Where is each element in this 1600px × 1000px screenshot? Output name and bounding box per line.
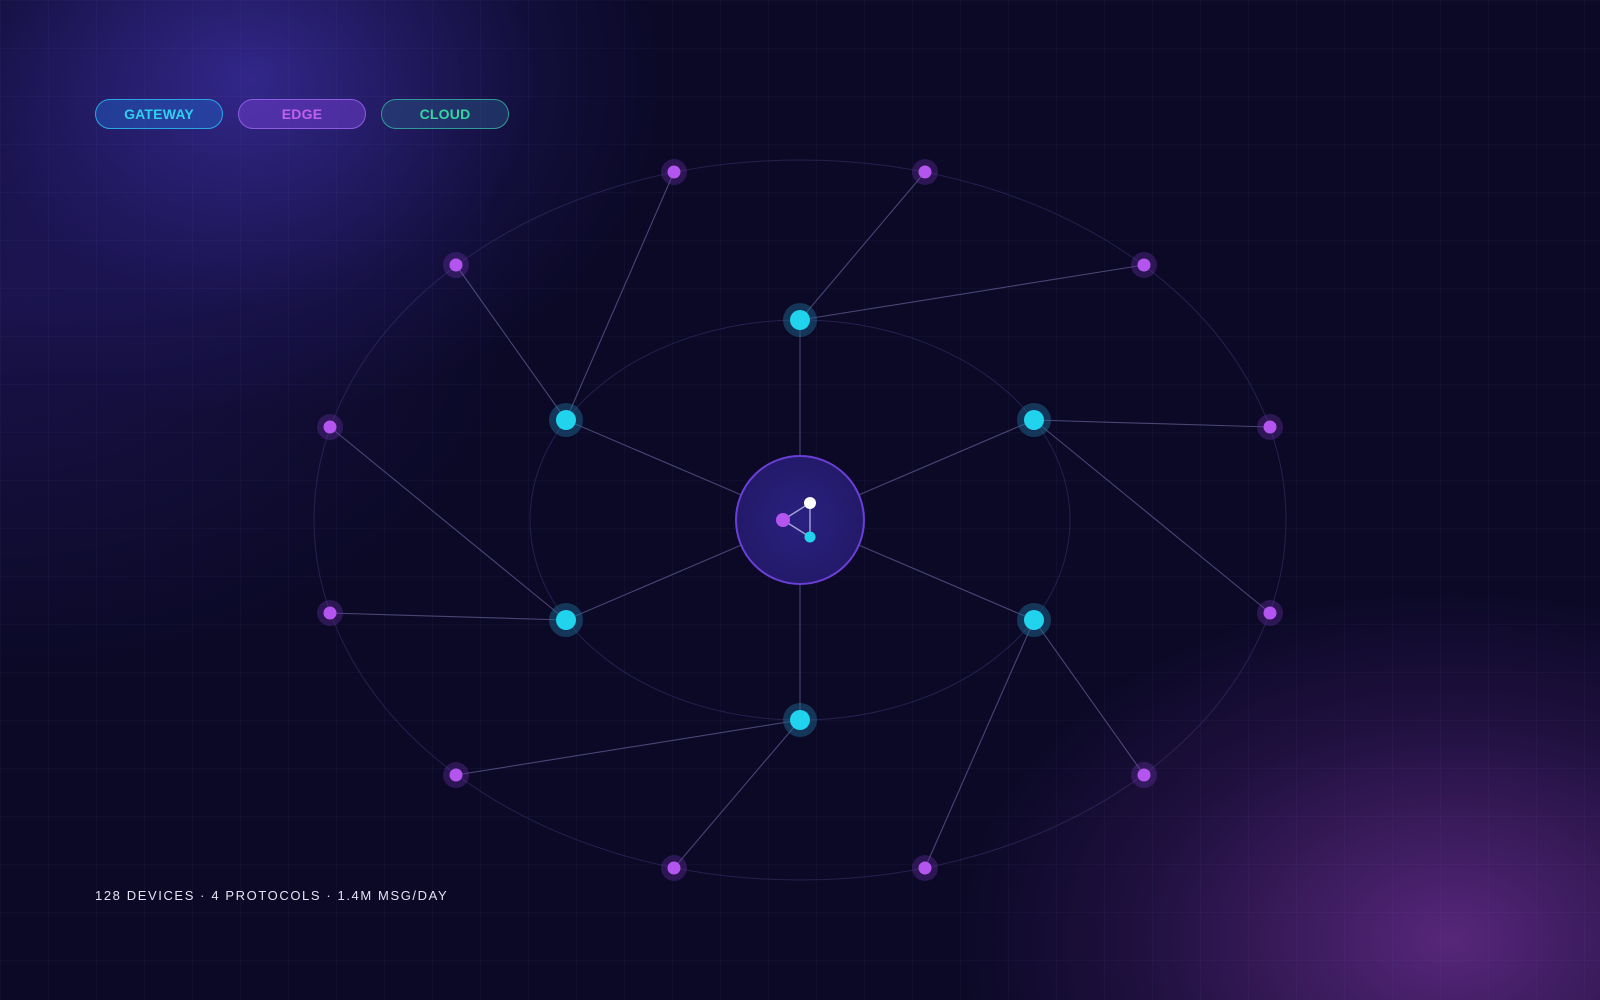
edge-node[interactable]	[912, 855, 938, 881]
link-gw-bottom-edge-2	[455, 719, 801, 776]
edge-node[interactable]	[661, 855, 687, 881]
edge-node[interactable]	[1131, 762, 1157, 788]
link-gw-top-edge-1	[799, 171, 926, 321]
edge-node[interactable]	[443, 762, 469, 788]
network-canvas: GATEWAY EDGE CLOUD 128 DEVICES · 4 PROTO…	[0, 0, 1600, 1000]
edge-node[interactable]	[912, 159, 938, 185]
gateway-node[interactable]	[1017, 403, 1051, 437]
link-gw-ul-edge-1	[455, 264, 567, 421]
gateway-node[interactable]	[549, 603, 583, 637]
edge-node[interactable]	[443, 252, 469, 278]
link-gw-bottom-edge-1	[673, 719, 801, 869]
central-hub[interactable]	[735, 455, 865, 585]
gateway-node[interactable]	[1017, 603, 1051, 637]
edge-node[interactable]	[1257, 414, 1283, 440]
gateway-node[interactable]	[783, 303, 817, 337]
edge-node[interactable]	[317, 600, 343, 626]
gateway-node[interactable]	[783, 703, 817, 737]
link-gw-top-edge-2	[799, 264, 1145, 321]
gateway-node[interactable]	[549, 403, 583, 437]
edge-node[interactable]	[317, 414, 343, 440]
link-gw-ur-edge-1	[1033, 419, 1271, 428]
network-diagram	[313, 159, 1287, 881]
link-gw-ll-edge-2	[329, 426, 567, 621]
edge-node[interactable]	[1257, 600, 1283, 626]
edge-node[interactable]	[1131, 252, 1157, 278]
link-gw-lr-edge-1	[1033, 619, 1145, 776]
network-stats: 128 DEVICES · 4 PROTOCOLS · 1.4M MSG/DAY	[95, 888, 449, 903]
link-gw-lr-edge-2	[924, 619, 1035, 869]
link-gw-ur-edge-2	[1033, 419, 1271, 614]
edge-node[interactable]	[661, 159, 687, 185]
link-gw-ll-edge-1	[329, 612, 567, 621]
link-gw-ul-edge-2	[565, 171, 675, 421]
